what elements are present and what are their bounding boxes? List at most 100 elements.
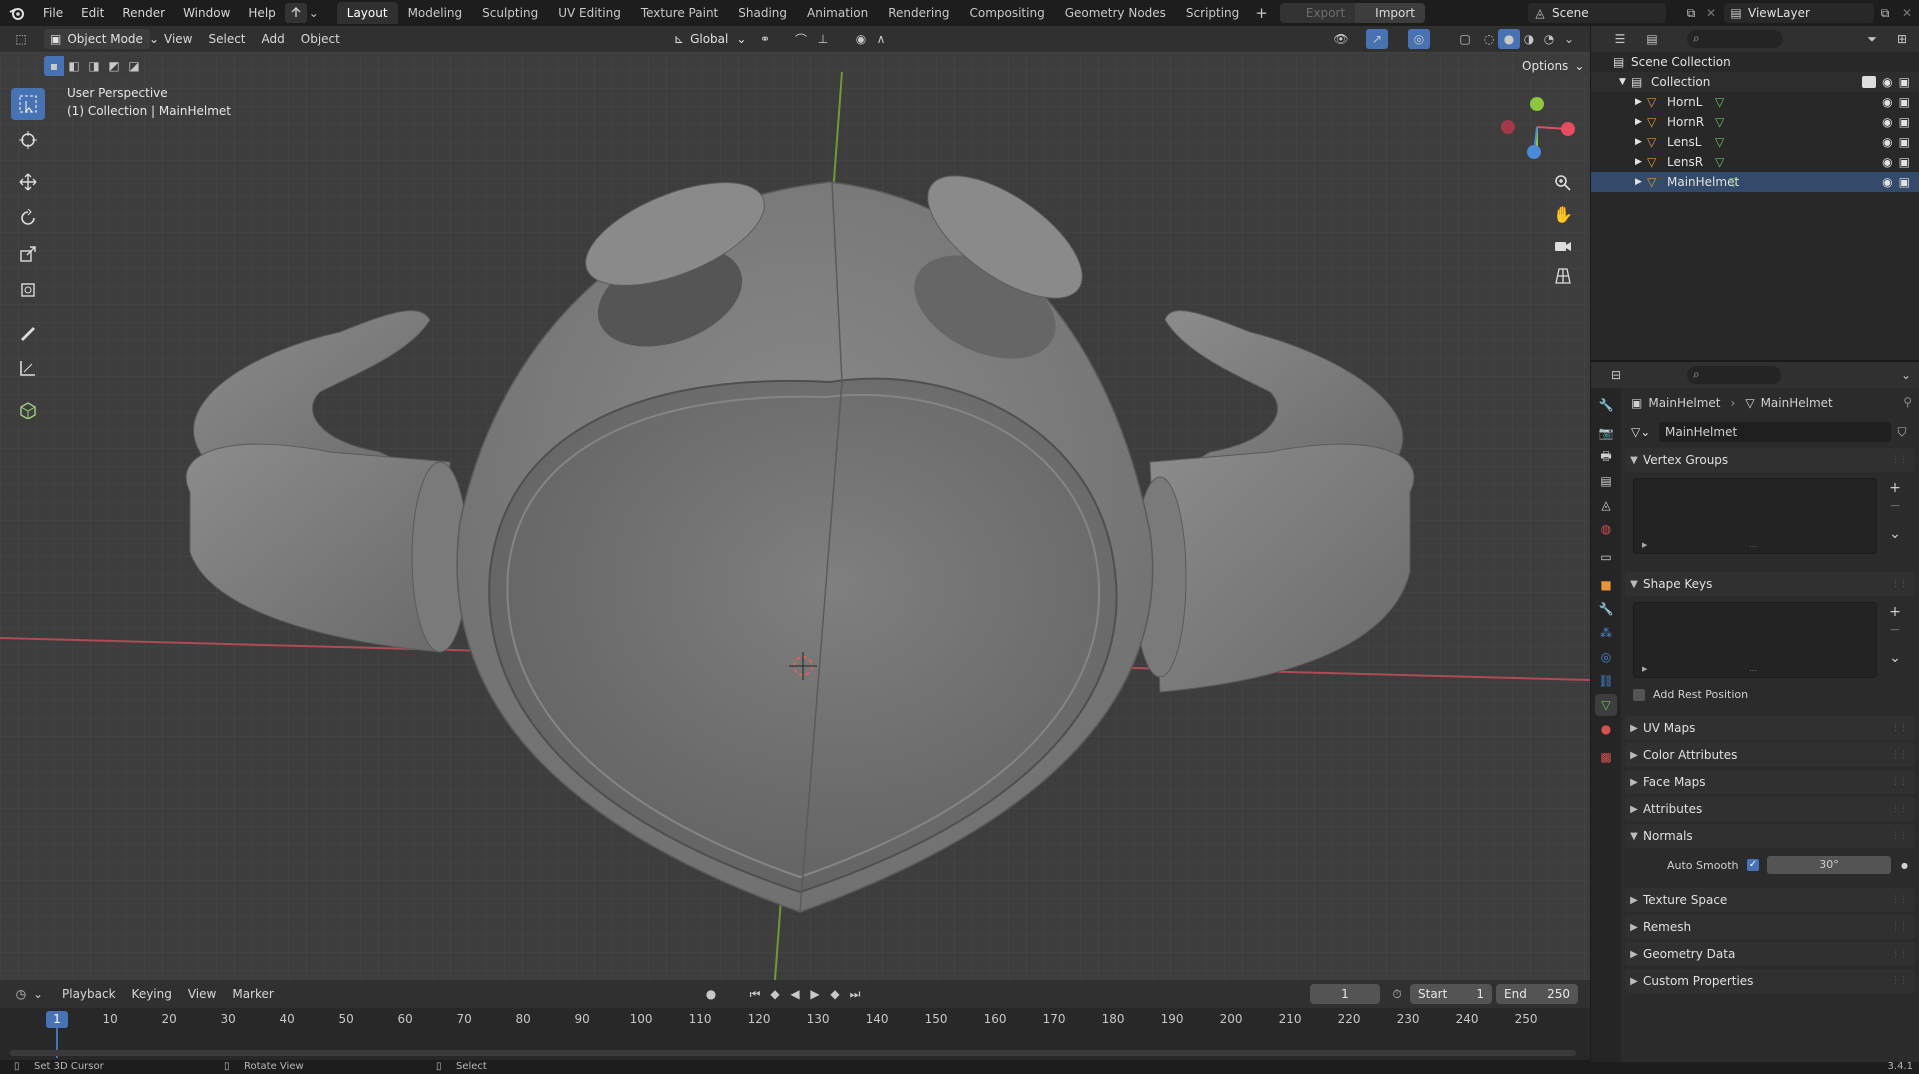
expand-arrow-icon[interactable]: ▶ [1642, 541, 1647, 549]
properties-search-input[interactable]: ⌕ [1687, 366, 1781, 384]
drag-grip-icon[interactable]: ⋮⋮ [1891, 455, 1908, 465]
outliner-row-scene-collection[interactable]: ▤ Scene Collection [1591, 52, 1919, 72]
physics-tab-icon[interactable]: ◎ [1595, 646, 1617, 668]
tool-tab-icon[interactable]: 🔧 [1595, 394, 1617, 416]
filter-icon[interactable]: ⏷ [1861, 29, 1883, 49]
shape-key-specials-button[interactable]: ⌄ [1885, 648, 1905, 668]
select-intersect-icon[interactable]: ◪ [124, 56, 144, 76]
visibility-icon[interactable]: 👁 [1330, 29, 1352, 49]
xray-icon[interactable]: ▢ [1454, 29, 1476, 49]
drag-grip-icon[interactable]: ⋮⋮ [1891, 922, 1908, 932]
outliner-type-icon[interactable]: ☰ [1609, 29, 1631, 49]
panel-remesh[interactable]: ▶ Remesh ⋮⋮ [1625, 915, 1915, 939]
next-keyframe-icon[interactable]: ◆ [824, 984, 846, 1004]
drag-grip-icon[interactable]: ⋮⋮ [1891, 804, 1908, 814]
mesh-datablock-selector[interactable]: ▽⌄ MainHelmet ⛉ [1631, 422, 1913, 442]
vertex-group-specials-button[interactable]: ⌄ [1885, 524, 1905, 544]
select-new-icon[interactable]: ▪ [44, 56, 64, 76]
expand-arrow-icon[interactable]: ▶ [1635, 137, 1647, 147]
end-frame-field[interactable]: End 250 [1496, 984, 1578, 1004]
drag-grip-icon[interactable]: ⋮⋮ [1891, 831, 1908, 841]
drag-grip-icon[interactable]: ⋮⋮ [1891, 777, 1908, 787]
view-layer-selector[interactable]: ▤ ViewLayer [1724, 3, 1874, 23]
panel-normals[interactable]: ▼ Normals ⋮⋮ [1625, 824, 1915, 848]
menu-window[interactable]: Window [174, 0, 239, 26]
pivot-point-icon[interactable]: ⚭ [754, 29, 776, 49]
tab-sculpting[interactable]: Sculpting [472, 2, 548, 24]
export-button[interactable]: Export [1279, 3, 1356, 23]
menu-edit[interactable]: Edit [72, 0, 113, 26]
material-tab-icon[interactable]: ● [1595, 718, 1617, 740]
scale-tool-icon[interactable] [11, 238, 45, 270]
annotate-tool-icon[interactable] [11, 316, 45, 348]
play-reverse-icon[interactable]: ◀ [784, 984, 806, 1004]
world-tab-icon[interactable]: ◍ [1595, 518, 1617, 540]
play-icon[interactable]: ▶ [804, 984, 826, 1004]
tab-texture-paint[interactable]: Texture Paint [631, 2, 728, 24]
editor-type-icon[interactable]: ⬚ [10, 29, 32, 49]
jump-start-icon[interactable]: ⏮ [744, 984, 766, 1004]
resize-grip-icon[interactable]: ⋯ [1749, 666, 1757, 675]
drag-grip-icon[interactable]: ⋮⋮ [1891, 750, 1908, 760]
panel-color-attributes[interactable]: ▶ Color Attributes ⋮⋮ [1625, 743, 1915, 767]
menu-help[interactable]: Help [239, 0, 284, 26]
outliner-row-lensr[interactable]: ▶ ▽ LensR ▽ ◉ ▣ [1591, 152, 1919, 172]
outliner-row-collection[interactable]: ▼ ▤ Collection ◉ ▣ [1591, 72, 1919, 92]
new-collection-icon[interactable]: ⊞ [1891, 29, 1913, 49]
camera-icon[interactable]: ▣ [1899, 115, 1910, 129]
drag-grip-icon[interactable]: ⋮⋮ [1891, 895, 1908, 905]
tab-rendering[interactable]: Rendering [878, 2, 959, 24]
panel-attributes[interactable]: ▶ Attributes ⋮⋮ [1625, 797, 1915, 821]
outliner-search-input[interactable]: ⌕ [1687, 30, 1783, 48]
perspective-grid-icon[interactable] [1549, 262, 1577, 290]
measure-tool-icon[interactable] [11, 352, 45, 384]
close-scene-icon[interactable]: ✕ [1700, 3, 1722, 23]
pin-icon[interactable]: ⚲ [1903, 395, 1912, 409]
tab-compositing[interactable]: Compositing [959, 2, 1054, 24]
expand-arrow-icon[interactable]: ▶ [1642, 665, 1647, 673]
scene-tab-icon[interactable]: ◬ [1595, 494, 1617, 516]
rendered-shading-icon[interactable]: ◔ [1538, 29, 1560, 49]
remove-vertex-group-button[interactable]: − [1885, 496, 1905, 516]
output-tab-icon[interactable]: 🖶 [1595, 446, 1617, 468]
new-view-layer-icon[interactable]: ⧉ [1874, 3, 1896, 23]
camera-icon[interactable]: ▣ [1899, 155, 1910, 169]
object-tab-icon[interactable]: ■ [1595, 574, 1617, 596]
menu-playback[interactable]: Playback [54, 987, 124, 1001]
menu-add[interactable]: Add [254, 32, 293, 46]
chevron-down-icon[interactable]: ⌄ [1895, 365, 1917, 385]
select-subtract-icon[interactable]: ◨ [84, 56, 104, 76]
panel-shape-keys[interactable]: ▼ Shape Keys ⋮⋮ [1625, 572, 1915, 596]
outliner-row-hornl[interactable]: ▶ ▽ HornL ▽ ◉ ▣ [1591, 92, 1919, 112]
prev-keyframe-icon[interactable]: ◆ [764, 984, 786, 1004]
solid-shading-icon[interactable]: ● [1498, 29, 1520, 49]
menu-render[interactable]: Render [113, 0, 174, 26]
menu-keying[interactable]: Keying [124, 987, 180, 1001]
fake-user-shield-icon[interactable]: ⛉ [1891, 425, 1913, 440]
stopwatch-icon[interactable]: ⏱ [1386, 984, 1408, 1004]
panel-custom-properties[interactable]: ▶ Custom Properties ⋮⋮ [1625, 969, 1915, 993]
proportional-edit-icon[interactable]: ◉ [850, 29, 872, 49]
gizmo-toggle-icon[interactable]: ↗ [1366, 29, 1388, 49]
outliner-row-lensl[interactable]: ▶ ▽ LensL ▽ ◉ ▣ [1591, 132, 1919, 152]
record-icon[interactable]: ● [700, 984, 722, 1004]
collapse-arrow-icon[interactable]: ▼ [1619, 77, 1631, 87]
auto-smooth-angle-field[interactable]: 30° [1767, 856, 1891, 874]
resize-grip-icon[interactable]: ⋯ [1749, 542, 1757, 551]
overlay-toggle-icon[interactable]: ◎ [1408, 29, 1430, 49]
select-box-tool-icon[interactable] [11, 88, 45, 120]
jump-end-icon[interactable]: ⏭ [844, 984, 866, 1004]
3d-viewport[interactable]: ▪ ◧ ◨ ◩ ◪ User Perspective (1) Collectio… [0, 52, 1590, 980]
current-frame-field[interactable]: 1 [1310, 984, 1380, 1004]
expand-arrow-icon[interactable]: ▶ [1635, 157, 1647, 167]
vertex-groups-list[interactable]: ▶ ⋯ [1633, 478, 1877, 554]
snap-target-icon[interactable]: ⊥ [812, 29, 834, 49]
add-vertex-group-button[interactable]: + [1885, 478, 1905, 498]
tab-layout[interactable]: Layout [336, 2, 398, 24]
timeline-ruler[interactable]: 1 10 20 30 40 50 60 70 80 90 100 110 120 130 140 150 160… [0, 1008, 1590, 1058]
clock-icon[interactable]: ◷ [10, 984, 32, 1004]
camera-icon[interactable]: ▣ [1899, 75, 1910, 89]
close-view-layer-icon[interactable]: ✕ [1896, 3, 1918, 23]
playhead-frame-indicator[interactable]: 1 [46, 1011, 68, 1028]
menu-object[interactable]: Object [293, 32, 348, 46]
